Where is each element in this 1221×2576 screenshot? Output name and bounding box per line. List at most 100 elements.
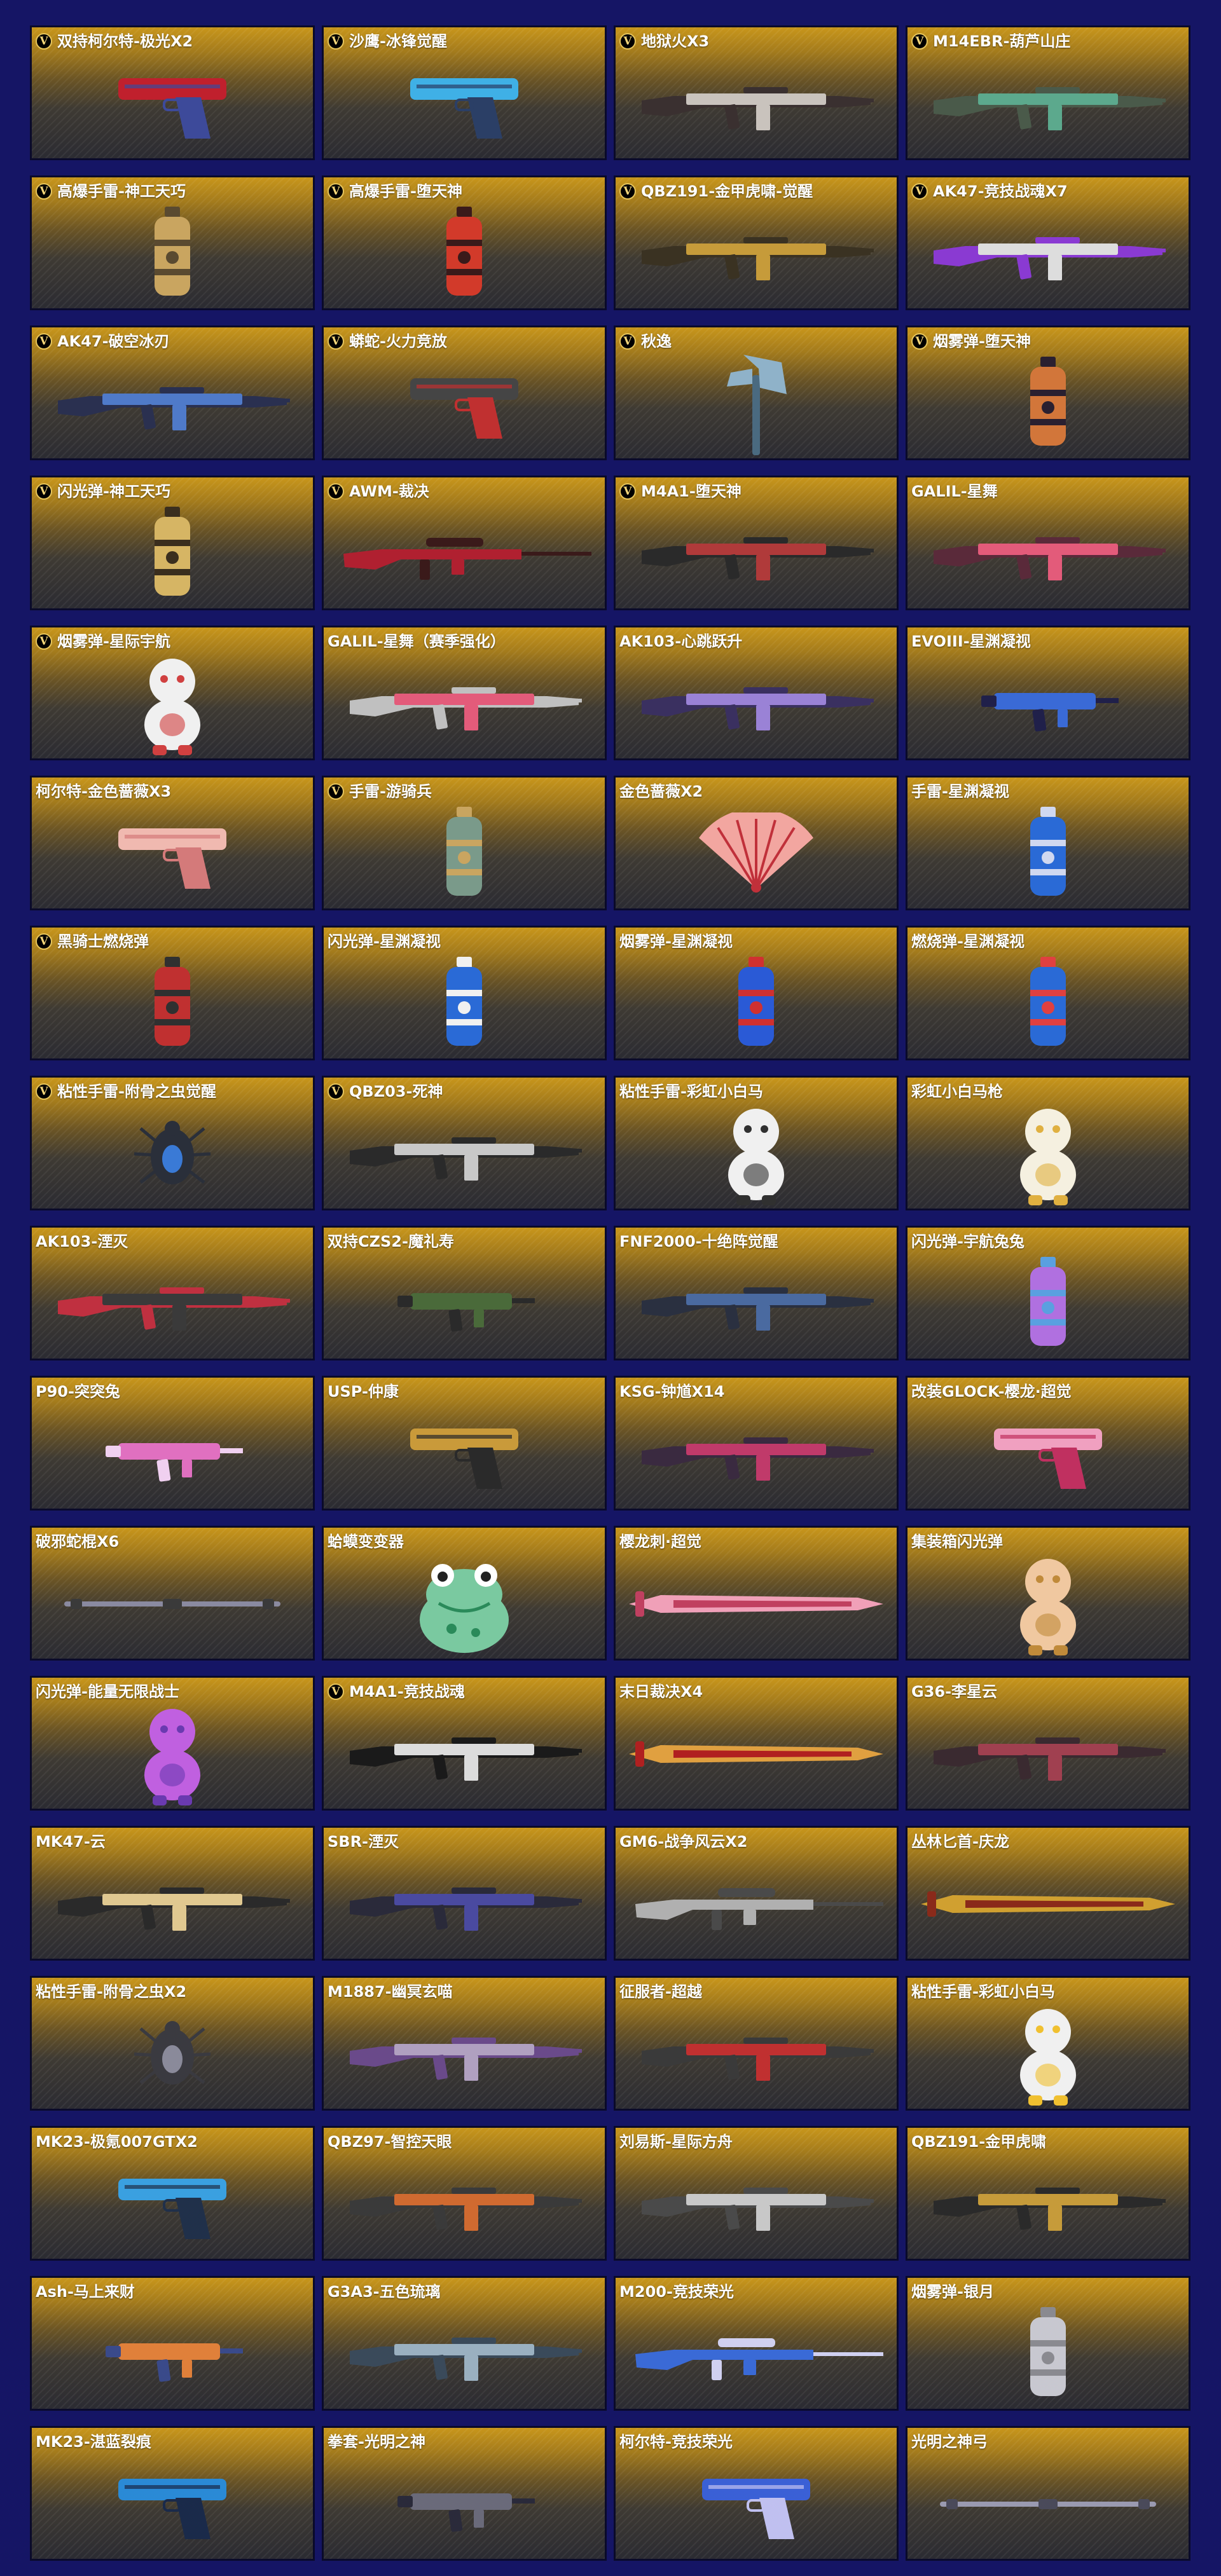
item-card[interactable]: V烟雾弹-星渊凝视 — [614, 926, 899, 1060]
item-card[interactable]: V 地狱火X3 — [614, 25, 899, 160]
item-card[interactable]: V 烟雾弹-堕天神 — [906, 325, 1190, 460]
item-card[interactable]: V征服者-超越 — [614, 1976, 899, 2111]
item-name: MK47-云 — [36, 1833, 106, 1851]
item-card[interactable]: V樱龙刺·超觉 — [614, 1526, 899, 1661]
item-name: 末日裁决X4 — [619, 1683, 703, 1701]
item-card[interactable]: V闪光弹-宇航兔兔 — [906, 1226, 1190, 1360]
item-card[interactable]: VM200-竞技荣光 — [614, 2276, 899, 2411]
staff-icon — [32, 1553, 313, 1655]
item-card[interactable]: V QBZ03-死神 — [322, 1076, 607, 1210]
item-card[interactable]: V粘性手雷-彩虹小白马 — [906, 1976, 1190, 2111]
item-name: 手雷-星渊凝视 — [911, 783, 1009, 800]
item-name: P90-突突兔 — [36, 1383, 120, 1401]
item-card[interactable]: VQBZ97-智控天眼 — [322, 2126, 607, 2261]
item-card[interactable]: V光明之神弓 — [906, 2426, 1190, 2561]
card-header: V 手雷-游骑兵 — [328, 782, 601, 801]
rifle-icon — [324, 1853, 605, 1955]
item-card[interactable]: VMK23-极氪007GTX2 — [30, 2126, 315, 2261]
item-card[interactable]: V 高爆手雷-神工天巧 — [30, 175, 315, 310]
card-header: VG36-李星云 — [911, 1682, 1185, 1701]
item-card[interactable]: V粘性手雷-彩虹小白马 — [614, 1076, 899, 1210]
item-card[interactable]: V烟雾弹-银月 — [906, 2276, 1190, 2411]
item-card[interactable]: VAsh-马上来财 — [30, 2276, 315, 2411]
item-card[interactable]: V 黑骑士燃烧弹 — [30, 926, 315, 1060]
item-card[interactable]: V改装GLOCK-樱龙·超觉 — [906, 1376, 1190, 1511]
item-card[interactable]: V粘性手雷-附骨之虫X2 — [30, 1976, 315, 2111]
item-card[interactable]: V 高爆手雷-堕天神 — [322, 175, 607, 310]
item-name: M4A1-竞技战魂 — [349, 1683, 465, 1701]
item-card[interactable]: VUSP-仲康 — [322, 1376, 607, 1511]
item-card[interactable]: V 双持柯尔特-极光X2 — [30, 25, 315, 160]
item-card[interactable]: VGM6-战争风云X2 — [614, 1826, 899, 1961]
item-card[interactable]: VG3A3-五色琉璃 — [322, 2276, 607, 2411]
canister-icon — [907, 1253, 1189, 1355]
item-card[interactable]: V燃烧弹-星渊凝视 — [906, 926, 1190, 1060]
item-card[interactable]: V彩虹小白马枪 — [906, 1076, 1190, 1210]
card-header: VAK103-心跳跃升 — [619, 632, 893, 651]
item-name: AK47-竞技战魂X7 — [933, 182, 1068, 200]
item-card[interactable]: V 沙鹰-冰锋觉醒 — [322, 25, 607, 160]
item-card[interactable]: VQBZ191-金甲虎啸 — [906, 2126, 1190, 2261]
item-card[interactable]: VAK103-心跳跃升 — [614, 626, 899, 760]
item-card[interactable]: V刘易斯-星际方舟 — [614, 2126, 899, 2261]
item-card[interactable]: VKSG-钟馗X14 — [614, 1376, 899, 1511]
card-header: V双持CZS2-魔礼寿 — [328, 1232, 601, 1251]
card-header: VAK103-湮灭 — [36, 1232, 309, 1251]
item-card[interactable]: VGALIL-星舞 — [906, 476, 1190, 610]
item-card[interactable]: V M4A1-竞技战魂 — [322, 1676, 607, 1811]
item-card[interactable]: V 闪光弹-神工天巧 — [30, 476, 315, 610]
item-card[interactable]: V 蟒蛇-火力竞放 — [322, 325, 607, 460]
item-name: 丛林匕首-庆龙 — [911, 1833, 1009, 1851]
item-card[interactable]: V 秋逸 — [614, 325, 899, 460]
card-header: VMK23-湛蓝裂痕 — [36, 2432, 309, 2451]
item-card[interactable]: V集装箱闪光弹 — [906, 1526, 1190, 1661]
vip-badge-icon: V — [328, 783, 344, 800]
item-card[interactable]: V金色蔷薇X2 — [614, 776, 899, 910]
item-card[interactable]: V M4A1-堕天神 — [614, 476, 899, 610]
item-name: 樱龙刺·超觉 — [619, 1533, 702, 1551]
item-card[interactable]: V M14EBR-葫芦山庄 — [906, 25, 1190, 160]
item-card[interactable]: V末日裁决X4 — [614, 1676, 899, 1811]
item-card[interactable]: V AWM-裁决 — [322, 476, 607, 610]
item-card[interactable]: VGALIL-星舞（赛季强化） — [322, 626, 607, 760]
item-card[interactable]: V丛林匕首-庆龙 — [906, 1826, 1190, 1961]
item-card[interactable]: V 粘性手雷-附骨之虫觉醒 — [30, 1076, 315, 1210]
card-header: VFNF2000-十绝阵觉醒 — [619, 1232, 893, 1251]
bow-icon — [907, 2453, 1189, 2555]
item-card[interactable]: VAK103-湮灭 — [30, 1226, 315, 1360]
item-name: QBZ03-死神 — [349, 1083, 443, 1100]
item-card[interactable]: V柯尔特-金色蔷薇X3 — [30, 776, 315, 910]
item-grid: V 双持柯尔特-极光X2 V 沙鹰-冰锋觉醒 V 地狱火X3 V M14EBR-葫芦山庄 V 高爆… — [30, 25, 1190, 2561]
item-card[interactable]: VFNF2000-十绝阵觉醒 — [614, 1226, 899, 1360]
card-header: V粘性手雷-彩虹小白马 — [911, 1982, 1185, 2001]
item-card[interactable]: V破邪蛇棍X6 — [30, 1526, 315, 1661]
rifle-icon — [616, 53, 897, 154]
item-card[interactable]: V手雷-星渊凝视 — [906, 776, 1190, 910]
lmg-icon — [616, 2153, 897, 2255]
item-card[interactable]: V 烟雾弹-星际宇航 — [30, 626, 315, 760]
card-header: VSBR-湮灭 — [328, 1832, 601, 1851]
item-card[interactable]: VSBR-湮灭 — [322, 1826, 607, 1961]
item-card[interactable]: VM1887-幽冥玄喵 — [322, 1976, 607, 2111]
card-header: V樱龙刺·超觉 — [619, 1532, 893, 1551]
item-card[interactable]: V AK47-竞技战魂X7 — [906, 175, 1190, 310]
vip-badge-icon: V — [36, 33, 52, 50]
item-card[interactable]: VG36-李星云 — [906, 1676, 1190, 1811]
item-card[interactable]: V闪光弹-星渊凝视 — [322, 926, 607, 1060]
item-card[interactable]: VMK47-云 — [30, 1826, 315, 1961]
item-card[interactable]: V蛤蟆变变器 — [322, 1526, 607, 1661]
item-card[interactable]: VMK23-湛蓝裂痕 — [30, 2426, 315, 2561]
item-card[interactable]: V QBZ191-金甲虎啸-觉醒 — [614, 175, 899, 310]
item-card[interactable]: V拳套-光明之神 — [322, 2426, 607, 2561]
item-card[interactable]: V闪光弹-能量无限战士 — [30, 1676, 315, 1811]
item-card[interactable]: V双持CZS2-魔礼寿 — [322, 1226, 607, 1360]
item-name: SBR-湮灭 — [328, 1833, 399, 1851]
pistol-icon — [32, 2453, 313, 2555]
item-card[interactable]: VP90-突突兔 — [30, 1376, 315, 1511]
vip-badge-icon: V — [911, 333, 928, 350]
item-card[interactable]: V柯尔特-竞技荣光 — [614, 2426, 899, 2561]
item-card[interactable]: V AK47-破空冰刃 — [30, 325, 315, 460]
sniper-icon — [616, 2303, 897, 2405]
item-card[interactable]: V 手雷-游骑兵 — [322, 776, 607, 910]
item-card[interactable]: VEVOIII-星渊凝视 — [906, 626, 1190, 760]
